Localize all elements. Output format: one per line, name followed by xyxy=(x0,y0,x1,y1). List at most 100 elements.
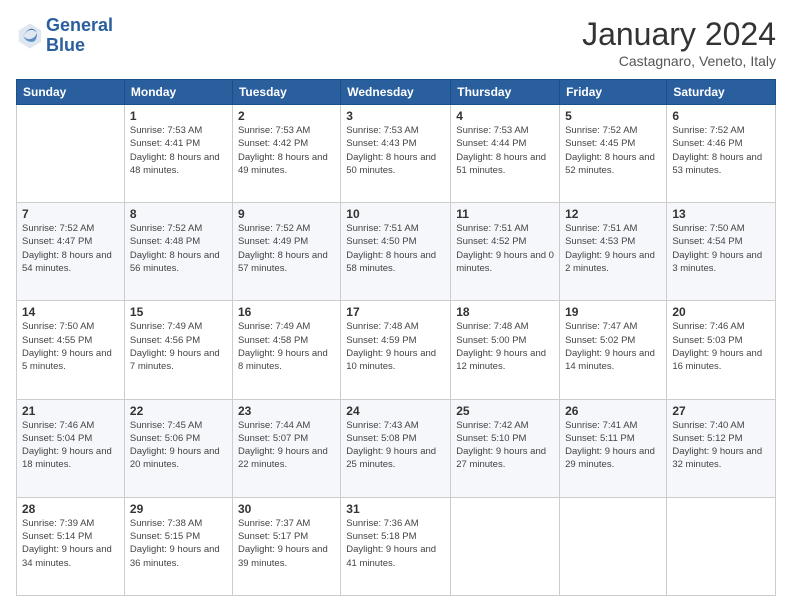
day-info: Sunrise: 7:48 AMSunset: 4:59 PMDaylight:… xyxy=(346,320,445,373)
day-number: 18 xyxy=(456,305,554,319)
calendar-cell: 19Sunrise: 7:47 AMSunset: 5:02 PMDayligh… xyxy=(560,301,667,399)
calendar-cell: 9Sunrise: 7:52 AMSunset: 4:49 PMDaylight… xyxy=(232,203,340,301)
day-info: Sunrise: 7:42 AMSunset: 5:10 PMDaylight:… xyxy=(456,419,554,472)
calendar-cell: 16Sunrise: 7:49 AMSunset: 4:58 PMDayligh… xyxy=(232,301,340,399)
logo-line1: General xyxy=(46,16,113,36)
calendar-cell: 21Sunrise: 7:46 AMSunset: 5:04 PMDayligh… xyxy=(17,399,125,497)
calendar-week-1: 1Sunrise: 7:53 AMSunset: 4:41 PMDaylight… xyxy=(17,105,776,203)
day-number: 2 xyxy=(238,109,335,123)
day-number: 30 xyxy=(238,502,335,516)
calendar-cell: 20Sunrise: 7:46 AMSunset: 5:03 PMDayligh… xyxy=(667,301,776,399)
calendar-cell: 24Sunrise: 7:43 AMSunset: 5:08 PMDayligh… xyxy=(341,399,451,497)
day-info: Sunrise: 7:52 AMSunset: 4:46 PMDaylight:… xyxy=(672,124,770,177)
day-header-thursday: Thursday xyxy=(451,80,560,105)
day-number: 20 xyxy=(672,305,770,319)
day-number: 5 xyxy=(565,109,661,123)
day-number: 15 xyxy=(130,305,227,319)
day-number: 4 xyxy=(456,109,554,123)
day-info: Sunrise: 7:40 AMSunset: 5:12 PMDaylight:… xyxy=(672,419,770,472)
logo-text: General Blue xyxy=(46,16,113,56)
calendar-cell: 5Sunrise: 7:52 AMSunset: 4:45 PMDaylight… xyxy=(560,105,667,203)
month-title: January 2024 xyxy=(582,16,776,53)
day-info: Sunrise: 7:44 AMSunset: 5:07 PMDaylight:… xyxy=(238,419,335,472)
logo-icon xyxy=(16,22,44,50)
day-header-monday: Monday xyxy=(124,80,232,105)
calendar-cell: 2Sunrise: 7:53 AMSunset: 4:42 PMDaylight… xyxy=(232,105,340,203)
calendar-cell: 6Sunrise: 7:52 AMSunset: 4:46 PMDaylight… xyxy=(667,105,776,203)
day-info: Sunrise: 7:43 AMSunset: 5:08 PMDaylight:… xyxy=(346,419,445,472)
day-number: 19 xyxy=(565,305,661,319)
day-info: Sunrise: 7:52 AMSunset: 4:48 PMDaylight:… xyxy=(130,222,227,275)
calendar-cell: 10Sunrise: 7:51 AMSunset: 4:50 PMDayligh… xyxy=(341,203,451,301)
logo: General Blue xyxy=(16,16,113,56)
day-info: Sunrise: 7:37 AMSunset: 5:17 PMDaylight:… xyxy=(238,517,335,570)
logo-line2: Blue xyxy=(46,36,113,56)
calendar-cell: 8Sunrise: 7:52 AMSunset: 4:48 PMDaylight… xyxy=(124,203,232,301)
day-info: Sunrise: 7:52 AMSunset: 4:47 PMDaylight:… xyxy=(22,222,119,275)
calendar-cell: 15Sunrise: 7:49 AMSunset: 4:56 PMDayligh… xyxy=(124,301,232,399)
day-info: Sunrise: 7:53 AMSunset: 4:41 PMDaylight:… xyxy=(130,124,227,177)
day-number: 7 xyxy=(22,207,119,221)
day-number: 6 xyxy=(672,109,770,123)
calendar-cell: 1Sunrise: 7:53 AMSunset: 4:41 PMDaylight… xyxy=(124,105,232,203)
day-header-tuesday: Tuesday xyxy=(232,80,340,105)
calendar-header-row: SundayMondayTuesdayWednesdayThursdayFrid… xyxy=(17,80,776,105)
day-info: Sunrise: 7:53 AMSunset: 4:44 PMDaylight:… xyxy=(456,124,554,177)
calendar-cell: 29Sunrise: 7:38 AMSunset: 5:15 PMDayligh… xyxy=(124,497,232,595)
day-number: 11 xyxy=(456,207,554,221)
day-info: Sunrise: 7:51 AMSunset: 4:50 PMDaylight:… xyxy=(346,222,445,275)
page: General Blue January 2024 Castagnaro, Ve… xyxy=(0,0,792,612)
day-info: Sunrise: 7:50 AMSunset: 4:54 PMDaylight:… xyxy=(672,222,770,275)
day-number: 3 xyxy=(346,109,445,123)
day-number: 1 xyxy=(130,109,227,123)
day-info: Sunrise: 7:49 AMSunset: 4:58 PMDaylight:… xyxy=(238,320,335,373)
calendar-cell xyxy=(667,497,776,595)
day-info: Sunrise: 7:51 AMSunset: 4:52 PMDaylight:… xyxy=(456,222,554,275)
calendar-cell: 27Sunrise: 7:40 AMSunset: 5:12 PMDayligh… xyxy=(667,399,776,497)
day-number: 16 xyxy=(238,305,335,319)
calendar-cell: 31Sunrise: 7:36 AMSunset: 5:18 PMDayligh… xyxy=(341,497,451,595)
day-number: 24 xyxy=(346,404,445,418)
day-number: 14 xyxy=(22,305,119,319)
day-info: Sunrise: 7:38 AMSunset: 5:15 PMDaylight:… xyxy=(130,517,227,570)
day-info: Sunrise: 7:47 AMSunset: 5:02 PMDaylight:… xyxy=(565,320,661,373)
calendar-cell: 11Sunrise: 7:51 AMSunset: 4:52 PMDayligh… xyxy=(451,203,560,301)
calendar-week-2: 7Sunrise: 7:52 AMSunset: 4:47 PMDaylight… xyxy=(17,203,776,301)
day-info: Sunrise: 7:46 AMSunset: 5:03 PMDaylight:… xyxy=(672,320,770,373)
day-number: 21 xyxy=(22,404,119,418)
day-number: 28 xyxy=(22,502,119,516)
day-header-saturday: Saturday xyxy=(667,80,776,105)
calendar-cell: 30Sunrise: 7:37 AMSunset: 5:17 PMDayligh… xyxy=(232,497,340,595)
day-header-sunday: Sunday xyxy=(17,80,125,105)
calendar-cell: 13Sunrise: 7:50 AMSunset: 4:54 PMDayligh… xyxy=(667,203,776,301)
calendar-cell: 28Sunrise: 7:39 AMSunset: 5:14 PMDayligh… xyxy=(17,497,125,595)
calendar-table: SundayMondayTuesdayWednesdayThursdayFrid… xyxy=(16,79,776,596)
calendar-cell: 17Sunrise: 7:48 AMSunset: 4:59 PMDayligh… xyxy=(341,301,451,399)
day-number: 8 xyxy=(130,207,227,221)
day-info: Sunrise: 7:50 AMSunset: 4:55 PMDaylight:… xyxy=(22,320,119,373)
day-info: Sunrise: 7:53 AMSunset: 4:43 PMDaylight:… xyxy=(346,124,445,177)
day-info: Sunrise: 7:39 AMSunset: 5:14 PMDaylight:… xyxy=(22,517,119,570)
calendar-cell: 26Sunrise: 7:41 AMSunset: 5:11 PMDayligh… xyxy=(560,399,667,497)
calendar-week-5: 28Sunrise: 7:39 AMSunset: 5:14 PMDayligh… xyxy=(17,497,776,595)
calendar-cell: 25Sunrise: 7:42 AMSunset: 5:10 PMDayligh… xyxy=(451,399,560,497)
day-info: Sunrise: 7:52 AMSunset: 4:49 PMDaylight:… xyxy=(238,222,335,275)
day-info: Sunrise: 7:49 AMSunset: 4:56 PMDaylight:… xyxy=(130,320,227,373)
day-info: Sunrise: 7:51 AMSunset: 4:53 PMDaylight:… xyxy=(565,222,661,275)
day-number: 25 xyxy=(456,404,554,418)
day-number: 13 xyxy=(672,207,770,221)
day-number: 22 xyxy=(130,404,227,418)
day-info: Sunrise: 7:45 AMSunset: 5:06 PMDaylight:… xyxy=(130,419,227,472)
location-subtitle: Castagnaro, Veneto, Italy xyxy=(582,53,776,69)
day-info: Sunrise: 7:41 AMSunset: 5:11 PMDaylight:… xyxy=(565,419,661,472)
day-info: Sunrise: 7:52 AMSunset: 4:45 PMDaylight:… xyxy=(565,124,661,177)
calendar-cell: 18Sunrise: 7:48 AMSunset: 5:00 PMDayligh… xyxy=(451,301,560,399)
calendar-cell: 14Sunrise: 7:50 AMSunset: 4:55 PMDayligh… xyxy=(17,301,125,399)
calendar-cell xyxy=(451,497,560,595)
day-header-wednesday: Wednesday xyxy=(341,80,451,105)
day-number: 29 xyxy=(130,502,227,516)
calendar-cell xyxy=(560,497,667,595)
calendar-cell: 4Sunrise: 7:53 AMSunset: 4:44 PMDaylight… xyxy=(451,105,560,203)
day-number: 12 xyxy=(565,207,661,221)
day-number: 10 xyxy=(346,207,445,221)
